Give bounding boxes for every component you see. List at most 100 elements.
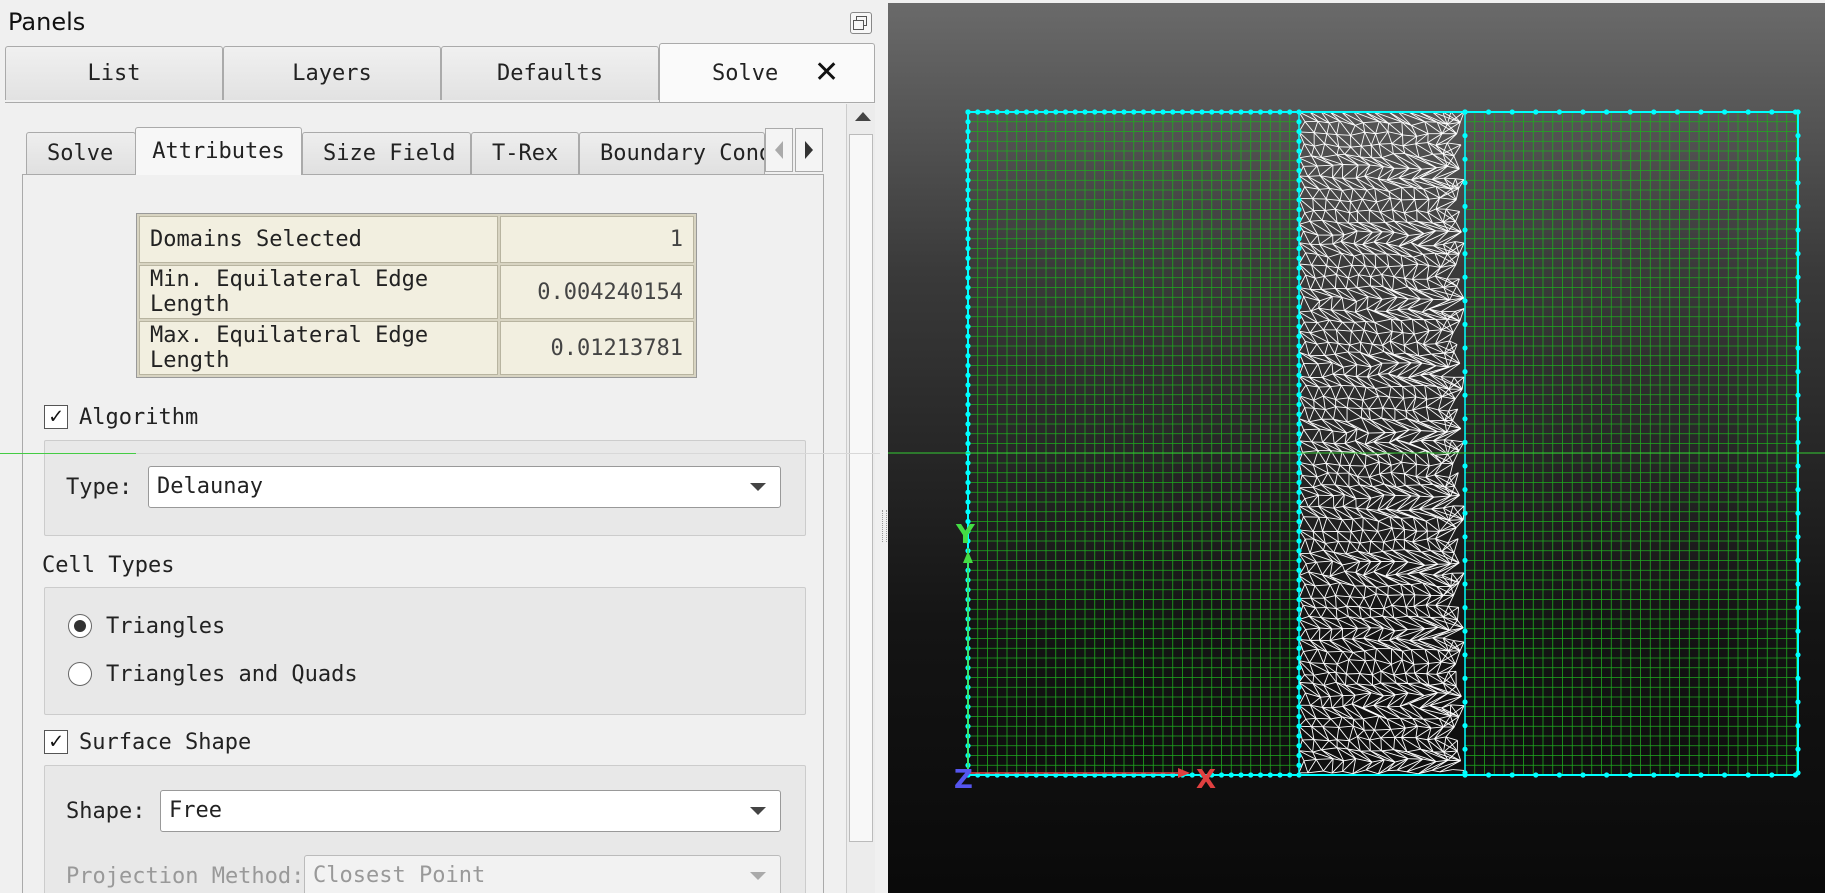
tab-defaults[interactable]: Defaults [441,46,659,100]
mesh-edge [1369,550,1383,555]
mesh-edge [1308,408,1315,423]
mesh-edge [1335,595,1347,607]
radio-triangles[interactable] [68,614,92,638]
mesh-edge [1346,596,1351,607]
mesh-edge [1321,747,1338,751]
mesh-edge [1323,672,1330,686]
mesh-edge [1436,674,1444,684]
tab-solve[interactable]: Solve [659,43,875,103]
mesh-edge [1357,627,1371,629]
surface-shape-checkbox[interactable]: ✓ [44,730,68,754]
algorithm-type-select[interactable]: Delaunay [148,466,781,508]
mesh-edge [1366,187,1375,191]
boundary-node [1296,548,1302,554]
subtab-size-field[interactable]: Size Field [302,132,471,174]
mesh-edge [1301,739,1313,753]
mesh-edge [1338,146,1345,155]
tab-right-arrow-icon[interactable] [795,128,823,172]
close-tab-icon[interactable]: ✕ [814,58,839,88]
boundary-node [1795,723,1801,729]
shape-select[interactable]: Free [160,790,781,832]
mesh-edge [1320,157,1334,166]
boundary-node [965,353,971,359]
mesh-edge [1392,549,1405,551]
panel-scrollbar[interactable] [846,104,875,893]
boundary-node [965,382,971,388]
restore-float-icon[interactable] [850,12,872,34]
tab-list[interactable]: List [5,46,223,100]
mesh-edge [1425,516,1438,522]
dock-splitter[interactable] [880,0,888,893]
mesh-edge [1344,230,1358,236]
mesh-edge [1375,267,1383,275]
tab-left-arrow-icon[interactable] [765,128,793,172]
mesh-info-table: Domains Selected 1 Min. Equilateral Edge… [136,213,697,378]
mesh-edge [1315,276,1325,279]
mesh-edge [1402,263,1418,267]
mesh-edge [1319,234,1334,245]
mesh-edge [1403,473,1406,486]
mesh-edge [1448,663,1456,673]
3d-viewport[interactable]: Y Z X [888,3,1825,893]
radio-triangles-and-quads[interactable] [68,662,92,686]
mesh-edge [1447,142,1462,146]
mesh-edge [1355,122,1364,126]
mesh-edge [1341,638,1354,653]
mesh-edge [1298,681,1313,684]
boundary-node [1580,772,1586,778]
mesh-edge [1346,407,1362,418]
mesh-edge [1453,640,1465,643]
scroll-up-icon[interactable] [855,112,871,121]
mesh-edge [1348,385,1356,399]
mesh-edge [1321,210,1326,221]
mesh-edge [1337,253,1342,269]
unstructured-triangle-mesh [1298,111,1465,775]
boundary-node [965,187,971,193]
boundary-node [1296,694,1302,700]
mesh-edge [1374,318,1392,323]
subtab-boundary-conditions[interactable]: Boundary Condi [579,132,765,174]
subtab-solve[interactable]: Solve [26,132,136,174]
algorithm-checkbox[interactable]: ✓ [44,405,68,429]
mesh-edge [1323,770,1333,774]
subtab-label: T-Rex [492,141,559,166]
checkbox-check-icon: ✓ [49,404,63,429]
subtab-label: Size Field [323,141,456,166]
mesh-edge [1316,343,1325,356]
boundary-node [1170,109,1176,115]
mesh-edge [1342,498,1357,507]
mesh-edge [1412,541,1431,551]
mesh-edge [1385,220,1395,223]
mesh-edge [1320,607,1327,618]
boundary-node [1131,109,1137,115]
mesh-edge [1369,739,1382,752]
mesh-edge [1304,210,1314,214]
boundary-node [965,479,971,486]
mesh-edge [1357,542,1361,552]
mesh-edge [1450,552,1455,565]
boundary-node [965,245,971,252]
mesh-edge [1342,177,1368,191]
mesh-edge [1383,494,1396,496]
mesh-edge [1359,529,1364,544]
tab-layers[interactable]: Layers [223,46,441,100]
mesh-edge [1409,692,1438,705]
subtab-trex[interactable]: T-Rex [471,132,579,174]
mesh-edge [1353,243,1363,255]
mesh-edge [1314,143,1325,147]
boundary-node [1296,158,1302,164]
splitter-grip[interactable] [882,510,887,542]
boundary-node [965,158,971,164]
subtab-attributes[interactable]: Attributes [135,127,302,175]
mesh-edge [1393,617,1408,630]
boundary-node [1509,772,1515,778]
mesh-edge [1362,529,1372,542]
mesh-edge [1302,166,1309,177]
boundary-node [1795,581,1801,587]
mesh-edge [1391,594,1404,606]
mesh-edge [1305,627,1320,630]
mesh-edge [1330,718,1340,728]
boundary-node [1111,109,1117,115]
scrollbar-thumb[interactable] [849,134,873,842]
mesh-edge [1341,190,1351,202]
